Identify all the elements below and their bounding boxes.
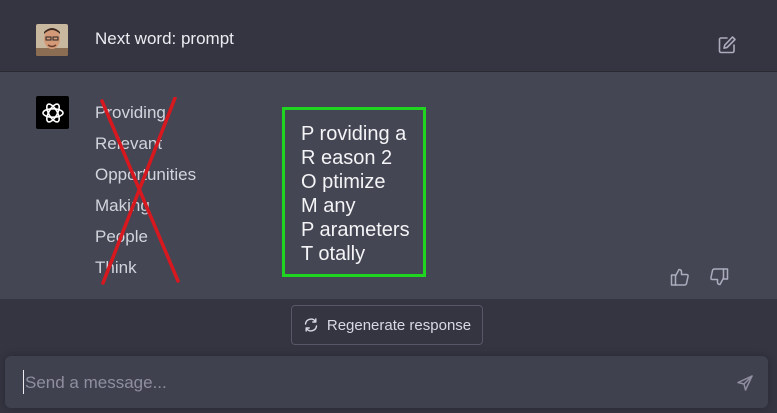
- message-composer: [5, 356, 768, 410]
- send-icon: [737, 375, 753, 391]
- acronym-line: P arameters: [301, 219, 410, 241]
- list-item: Providing: [95, 103, 166, 122]
- crossed-out-word-list: Providing Relevant Opportunities Making …: [95, 101, 196, 287]
- list-item: People: [95, 227, 148, 246]
- user-message-row: Next word: prompt: [0, 0, 777, 72]
- list-item: Making: [95, 196, 150, 215]
- refresh-icon: [304, 318, 318, 332]
- list-item: Opportunities: [95, 165, 197, 184]
- thumbs-up-icon: [670, 268, 689, 286]
- edit-icon: [718, 36, 736, 54]
- message-input[interactable]: [23, 356, 717, 410]
- regenerate-response-button[interactable]: Regenerate response: [291, 305, 483, 345]
- list-item: Think: [95, 258, 137, 277]
- openai-logo-icon: [41, 102, 64, 123]
- thumbs-up-button[interactable]: [669, 266, 691, 288]
- list-item: Relevant: [95, 134, 163, 153]
- user-message-text: Next word: prompt: [95, 29, 234, 48]
- thumbs-down-icon: [710, 268, 729, 286]
- acronym-line: R eason 2: [301, 147, 393, 169]
- assistant-avatar: [36, 96, 69, 129]
- acronym-line: O ptimize: [301, 171, 386, 193]
- acronym-line: P roviding a: [301, 123, 407, 145]
- send-button[interactable]: [735, 373, 755, 393]
- acronym-box: P roviding a R eason 2 O ptimize M any P…: [282, 107, 426, 277]
- acronym-line: T otally: [301, 243, 366, 265]
- acronym-line: M any: [301, 195, 356, 217]
- user-avatar: [36, 24, 68, 56]
- regenerate-label: Regenerate response: [326, 316, 472, 334]
- thumbs-down-button[interactable]: [708, 266, 730, 288]
- edit-message-button[interactable]: [716, 34, 738, 56]
